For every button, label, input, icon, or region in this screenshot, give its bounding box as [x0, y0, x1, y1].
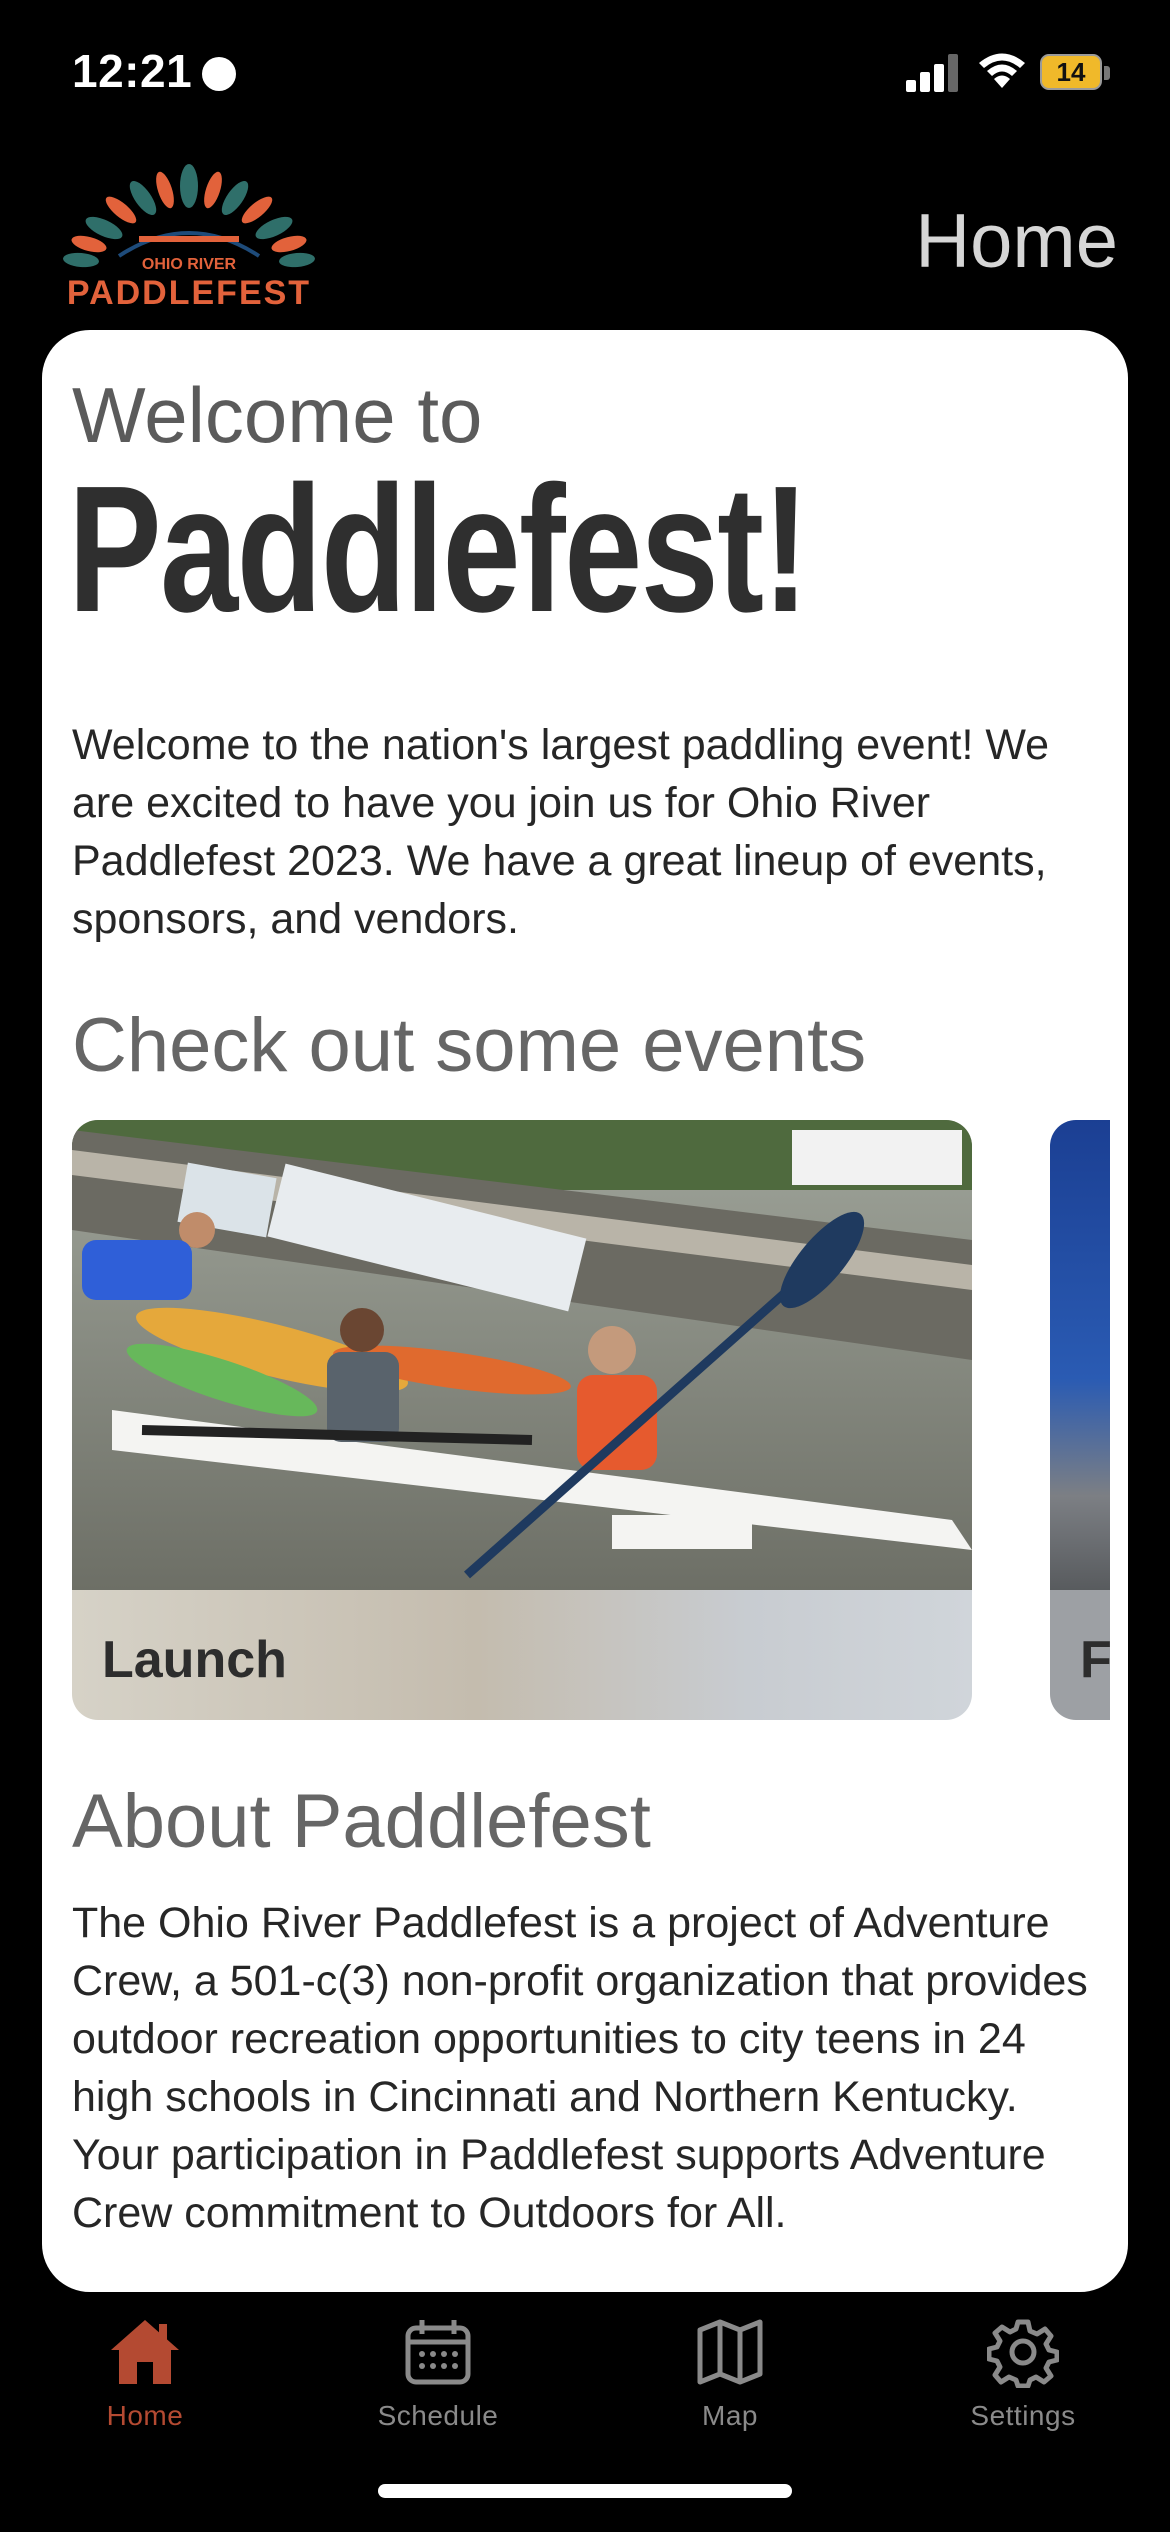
event-label: Launch — [102, 1631, 287, 1689]
paddlefest-logo: OHIO RIVER PADDLEFEST — [63, 164, 315, 312]
tab-schedule[interactable]: Schedule — [318, 2316, 558, 2446]
tab-settings[interactable]: Settings — [903, 2316, 1143, 2446]
home-content-card[interactable]: Welcome to Paddlefest! Welcome to the na… — [42, 330, 1128, 2292]
status-bar: 12:21 14 — [0, 0, 1170, 150]
tab-home[interactable]: Home — [25, 2316, 265, 2446]
tab-map[interactable]: Map — [610, 2316, 850, 2446]
about-paragraph: The Ohio River Paddlefest is a project o… — [72, 1899, 1088, 2237]
tab-bar: Home Schedule Map Settings — [0, 2292, 1170, 2452]
page-title: Home — [915, 199, 1118, 284]
events-heading: Check out some events — [72, 1003, 867, 1088]
event-photo — [72, 1120, 972, 1590]
home-indicator[interactable] — [378, 2484, 792, 2498]
cellular-signal-icon — [906, 52, 960, 92]
tab-label: Map — [702, 2400, 758, 2431]
home-icon — [111, 2320, 179, 2384]
tab-label: Home — [106, 2400, 184, 2431]
event-label: F — [1080, 1631, 1110, 1689]
event-card-launch[interactable]: Launch — [72, 1120, 972, 1720]
calendar-icon — [405, 2320, 471, 2385]
event-caption: Launch — [72, 1590, 972, 1720]
logo-text: PADDLEFEST — [67, 274, 311, 312]
event-photo — [1050, 1120, 1110, 1590]
event-card-next[interactable]: F — [1050, 1120, 1110, 1720]
intro-paragraph: Welcome to the nation's largest paddling… — [72, 721, 1050, 943]
battery-icon: 14 — [1040, 54, 1110, 92]
welcome-title: Paddlefest! — [68, 449, 809, 650]
tab-label: Schedule — [377, 2400, 499, 2431]
welcome-subtitle: Welcome to — [72, 371, 483, 459]
recording-indicator-icon — [202, 57, 236, 91]
wifi-icon — [979, 53, 1025, 88]
about-heading: About Paddlefest — [72, 1779, 651, 1864]
battery-level: 14 — [1056, 57, 1086, 87]
tab-label: Settings — [970, 2400, 1076, 2431]
map-icon — [697, 2319, 763, 2385]
logo-subtext: OHIO RIVER — [142, 256, 237, 273]
gear-icon — [987, 2319, 1059, 2388]
status-time: 12:21 — [72, 45, 193, 97]
event-caption: F — [1050, 1590, 1110, 1720]
